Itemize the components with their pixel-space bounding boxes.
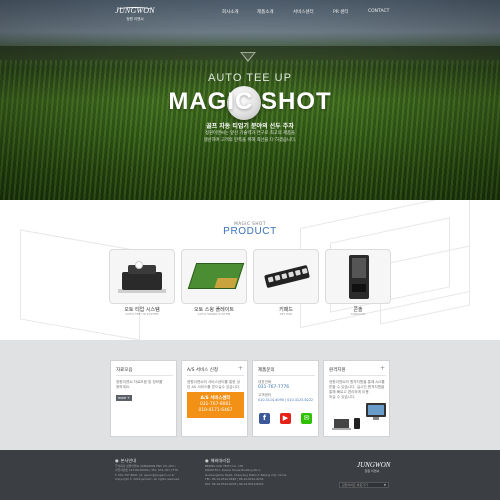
nav-item-contact[interactable]: CONTACT (368, 9, 389, 14)
nav-item-company[interactable]: 회사소개 (222, 9, 239, 15)
hero-banner: JUNGWON 정원 이엔씨 회사소개 제품소개 서비스센터 PR 센터 CON… (0, 0, 500, 200)
hero-description-line1: 정원이엔씨는 앞선 기술력과 연구로 최고의 제품을 (205, 131, 295, 136)
location-pin-icon: ● (115, 458, 119, 463)
nav-item-products[interactable]: 제품소개 (257, 9, 274, 15)
console-screen-image (352, 258, 366, 278)
product-card-auto-swing-plate[interactable] (181, 249, 247, 304)
wechat-icon[interactable]: ✉ (301, 413, 312, 424)
product-subname: CONSOLE (350, 312, 366, 316)
as-service-center-button[interactable]: A/S 서비스센터 031-767-8061 010-4171-6467 (187, 392, 244, 418)
box-divider (258, 375, 315, 376)
laptop-icon (334, 419, 349, 428)
more-button[interactable]: more + (116, 395, 132, 401)
as-center-title: A/S 서비스센터 (200, 396, 231, 401)
product-card-auto-tee-up[interactable] (109, 249, 175, 304)
box-divider (329, 375, 386, 376)
product-card-keypad[interactable] (253, 249, 319, 304)
box-title: A/S 서비스 신청 (187, 368, 219, 373)
nav-item-service-center[interactable]: 서비스센터 (293, 9, 314, 15)
box-title: 원격지원 (329, 368, 346, 373)
box-divider (116, 375, 173, 376)
as-center-phone1: 031-767-8061 (199, 402, 232, 407)
keypad-key (281, 273, 288, 280)
as-service-box: A/S 서비스 신청 + 정원이엔씨의 서비스센터를 통한 상 담 AS 서비스… (181, 360, 248, 437)
footer-logo-subtitle: 정원 이엔씨 (364, 469, 380, 473)
customer-phone: 010.3114.4090 / 010.3125.6222 (258, 398, 314, 402)
box-title: 자료모음 (116, 368, 133, 373)
tee-up-machine-body (122, 272, 162, 290)
plus-icon[interactable]: + (238, 365, 243, 372)
product-inquiry-box: 제품문의 대표전화 031-767-7776 고객센터 010.3114.409… (252, 360, 319, 437)
footer-copyright: Copyright © 2016 jwmsdc. All rights rese… (115, 477, 181, 482)
keypad-key (288, 271, 295, 278)
box-title: 제품문의 (258, 368, 275, 373)
site-footer: ● 본사안내 주식회사 정원이엔씨 (JUNGWON ENC CO.,LTD.) … (0, 450, 500, 500)
hero-title: MAGIC SHOT (168, 88, 332, 115)
box-text: 용하세요. (116, 385, 131, 389)
footer-overseas-info: ● 해외대리점 BEIJING OAK TECH CO., LTD ROOM 50… (205, 458, 286, 486)
box-text: 담 AS 서비스를 받으실수 있습니다. (187, 385, 241, 389)
plus-icon[interactable]: + (380, 365, 385, 372)
nav-item-pr-center[interactable]: PR 센터 (333, 9, 349, 15)
location-pin-icon: ● (205, 458, 209, 463)
remote-support-box: 원격지원 + 정원이엔씨의 원격지원을 통해 A/S를 받을 수 있습니다. 실… (323, 360, 390, 437)
footer-line: FAX: 86-10-6510-8203 | 86-10-6510-8203 (205, 481, 264, 486)
monitor-stand (373, 417, 379, 420)
box-divider (187, 375, 244, 376)
smartphone-icon (354, 418, 360, 429)
footer-hq-info: ● 본사안내 주식회사 정원이엔씨 (JUNGWON ENC CO.,LTD.) … (115, 458, 180, 482)
keypad-key (267, 276, 274, 283)
as-center-phone2: 010-4171-6467 (198, 408, 233, 413)
product-section-title: PRODUCT (223, 226, 277, 237)
monitor-screen (368, 405, 384, 415)
laptop-base (332, 428, 351, 430)
product-section: MAGIC SHOT PRODUCT 오토 티업 시스템 AUTO TEE UP… (0, 200, 500, 340)
box-text: 하실 수 있습니다. (329, 395, 356, 399)
downloads-box: 자료모음 정원이엔씨 자료모음 및 정보를 용하세요. more + (110, 360, 177, 437)
keypad-key (274, 274, 281, 281)
chevron-down-icon: ▼ (383, 483, 386, 487)
footer-hq-title: 본사안내 (120, 458, 137, 463)
footer-logo-wordmark: JUNGWON (357, 461, 391, 469)
info-section: 자료모음 정원이엔씨 자료모음 및 정보를 용하세요. more + A/S 서… (0, 340, 500, 450)
swing-tray-image (214, 278, 238, 288)
keypad-key (301, 268, 308, 275)
facebook-icon[interactable]: f (259, 413, 270, 424)
footer-logo[interactable]: JUNGWON 정원 이엔씨 (357, 461, 391, 473)
down-triangle-icon-inner (242, 53, 254, 60)
hero-subtitle: AUTO TEE UP (208, 72, 292, 84)
product-subname: AUTO TEE UP SYSTEM (125, 312, 159, 316)
console-panel-image (352, 284, 366, 292)
footer-overseas-title: 해외대리점 (210, 458, 230, 463)
related-sites-label: 관련사이트 바로가기 (342, 483, 368, 487)
main-phone: 031-767-7776 (258, 385, 290, 390)
youtube-icon[interactable]: ▶ (280, 413, 291, 424)
product-card-console[interactable] (325, 249, 391, 304)
product-subname: KEY PAD (279, 312, 293, 316)
related-sites-select[interactable]: 관련사이트 바로가기 ▼ (339, 482, 389, 488)
main-nav: 회사소개 제품소개 서비스센터 PR 센터 CONTACT (0, 9, 500, 19)
hero-tagline: 골프 자동 티업기 분야의 선두 주자 (206, 123, 294, 130)
keypad-image (264, 264, 310, 289)
tee-up-ball-image (135, 261, 143, 269)
product-subname: AUTO SWING SYSTEM (197, 312, 231, 316)
hero-description-line2: 생산하며 고객의 만족을 위해 최선을 다 하겠습니다. (203, 138, 297, 143)
keypad-key (294, 269, 301, 276)
